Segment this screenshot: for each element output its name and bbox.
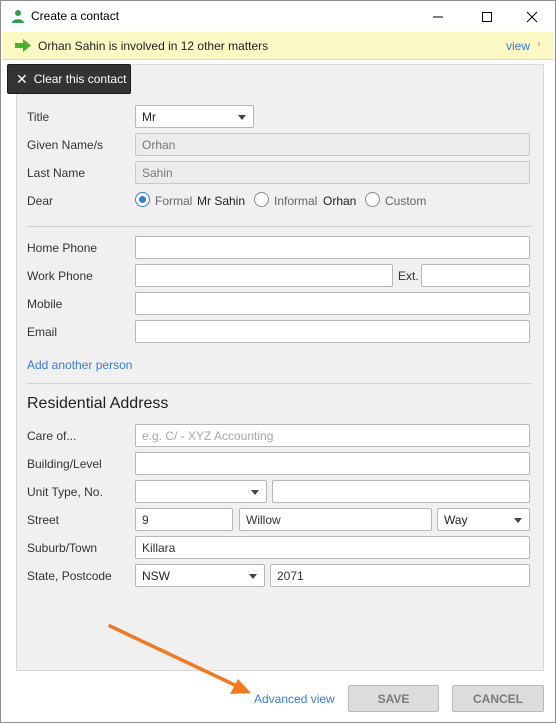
cancel-button[interactable]: CANCEL	[452, 685, 544, 712]
dear-formal-radio[interactable]	[135, 192, 150, 207]
dear-informal-value: Orhan	[323, 194, 357, 208]
street-number-field[interactable]: 9	[135, 508, 233, 531]
close-button[interactable]	[509, 1, 555, 32]
banner-message: Orhan Sahin is involved in 12 other matt…	[38, 39, 269, 53]
email-field[interactable]	[135, 320, 530, 343]
dear-formal-label: Formal	[155, 194, 193, 208]
care-of-field[interactable]: e.g. C/ - XYZ Accounting	[135, 424, 530, 447]
last-name-label: Last Name	[27, 166, 86, 180]
add-another-person-link[interactable]: Add another person	[27, 358, 132, 372]
divider	[27, 383, 531, 384]
home-phone-field[interactable]	[135, 236, 530, 259]
residential-address-heading: Residential Address	[27, 395, 169, 412]
ext-label: Ext.	[398, 269, 419, 283]
maximize-icon	[482, 11, 492, 22]
chevron-down-icon	[249, 574, 257, 579]
title-bar: Create a contact	[1, 1, 555, 32]
building-level-label: Building/Level	[27, 457, 102, 471]
state-select[interactable]: NSW	[135, 564, 265, 587]
dear-informal-radio[interactable]	[254, 192, 269, 207]
street-label: Street	[27, 513, 60, 527]
maximize-button[interactable]	[464, 1, 510, 32]
suburb-label: Suburb/Town	[27, 541, 98, 555]
building-level-field[interactable]	[135, 452, 530, 475]
state-value: NSW	[142, 569, 170, 583]
person-icon	[12, 10, 24, 23]
email-label: Email	[27, 325, 58, 339]
dear-label: Dear	[27, 194, 54, 208]
window-title: Create a contact	[31, 9, 120, 23]
create-contact-window: Create a contact Orhan Sahin is involved…	[0, 0, 556, 723]
advanced-view-link[interactable]: Advanced view	[254, 692, 335, 706]
mobile-label: Mobile	[27, 297, 63, 311]
care-of-label: Care of...	[27, 429, 77, 443]
last-name-field[interactable]: Sahin	[135, 161, 530, 184]
unit-number-field[interactable]	[272, 480, 530, 503]
unit-type-select[interactable]	[135, 480, 267, 503]
chevron-down-icon	[514, 518, 522, 523]
minimize-button[interactable]	[415, 1, 461, 32]
clear-contact-button[interactable]: ✕ Clear this contact	[7, 64, 131, 94]
street-type-value: Way	[444, 513, 468, 527]
street-type-select[interactable]: Way	[437, 508, 530, 531]
suburb-field[interactable]: Killara	[135, 536, 530, 559]
save-button[interactable]: SAVE	[348, 685, 439, 712]
chevron-down-icon	[238, 115, 246, 120]
street-name-field[interactable]: Willow	[239, 508, 432, 531]
given-name-field[interactable]: Orhan	[135, 133, 530, 156]
title-select[interactable]: Mr	[135, 105, 254, 128]
dear-formal-value: Mr Sahin	[197, 194, 246, 208]
unit-type-label: Unit Type, No.	[27, 485, 103, 499]
close-icon	[526, 11, 538, 22]
title-value: Mr	[142, 110, 156, 124]
arrow-right-icon	[15, 39, 31, 52]
postcode-field[interactable]: 2071	[270, 564, 530, 587]
dear-custom-label: Custom	[385, 194, 427, 208]
work-phone-field[interactable]	[135, 264, 393, 287]
title-label: Title	[27, 110, 50, 124]
close-icon: ✕	[16, 70, 28, 87]
dear-informal-label: Informal	[274, 194, 318, 208]
ext-field[interactable]	[421, 264, 530, 287]
given-name-label: Given Name/s	[27, 138, 104, 152]
mobile-field[interactable]	[135, 292, 530, 315]
clear-contact-label: Clear this contact	[33, 72, 127, 86]
chevron-right-icon[interactable]: ›	[537, 38, 541, 50]
dear-custom-radio[interactable]	[365, 192, 380, 207]
work-phone-label: Work Phone	[27, 269, 93, 283]
home-phone-label: Home Phone	[27, 241, 98, 255]
divider	[27, 226, 531, 227]
minimize-icon	[433, 16, 443, 17]
banner-view-link[interactable]: view	[506, 39, 530, 53]
state-postcode-label: State, Postcode	[27, 569, 112, 583]
matters-banner: Orhan Sahin is involved in 12 other matt…	[2, 32, 554, 60]
chevron-down-icon	[251, 490, 259, 495]
